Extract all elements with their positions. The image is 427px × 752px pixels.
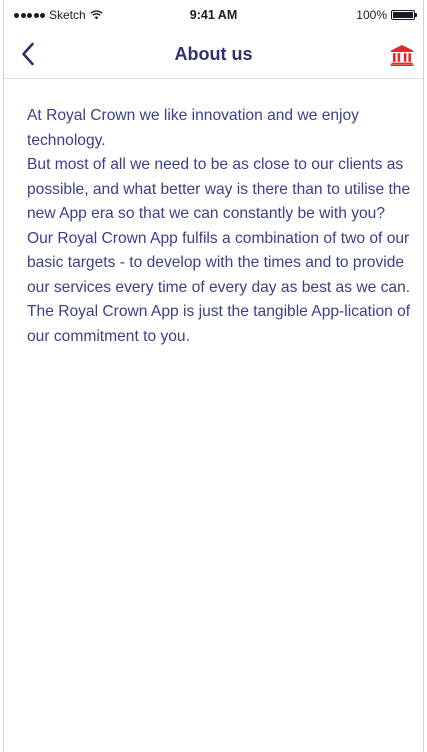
status-left: Sketch: [14, 8, 144, 22]
back-button[interactable]: [12, 38, 44, 70]
signal-dots-icon: [14, 12, 45, 18]
status-bar: Sketch 9:41 AM 100%: [4, 0, 423, 30]
status-time: 9:41 AM: [189, 8, 238, 22]
about-content: At Royal Crown we like innovation and we…: [27, 104, 411, 349]
about-paragraph-1: At Royal Crown we like innovation and we…: [27, 107, 359, 149]
about-paragraph-4: The Royal Crown App is just the tangible…: [27, 303, 411, 345]
carrier-label: Sketch: [49, 8, 86, 22]
about-paragraph-2: But most of all we need to be as close t…: [27, 156, 411, 222]
navigation-bar: About us: [4, 30, 423, 79]
status-right: 100%: [285, 8, 417, 22]
about-paragraph-3: Our Royal Crown App fulfils a combinatio…: [27, 229, 411, 296]
battery-percent: 100%: [356, 8, 387, 22]
page-title: About us: [174, 43, 253, 64]
chevron-left-icon: [22, 42, 34, 66]
phone-screen: Sketch 9:41 AM 100% About us At Royal Cr…: [3, 0, 424, 752]
wifi-icon: [90, 10, 103, 20]
bank-button[interactable]: [387, 40, 417, 70]
bank-building-icon: [390, 45, 414, 66]
battery-icon: [391, 10, 417, 20]
